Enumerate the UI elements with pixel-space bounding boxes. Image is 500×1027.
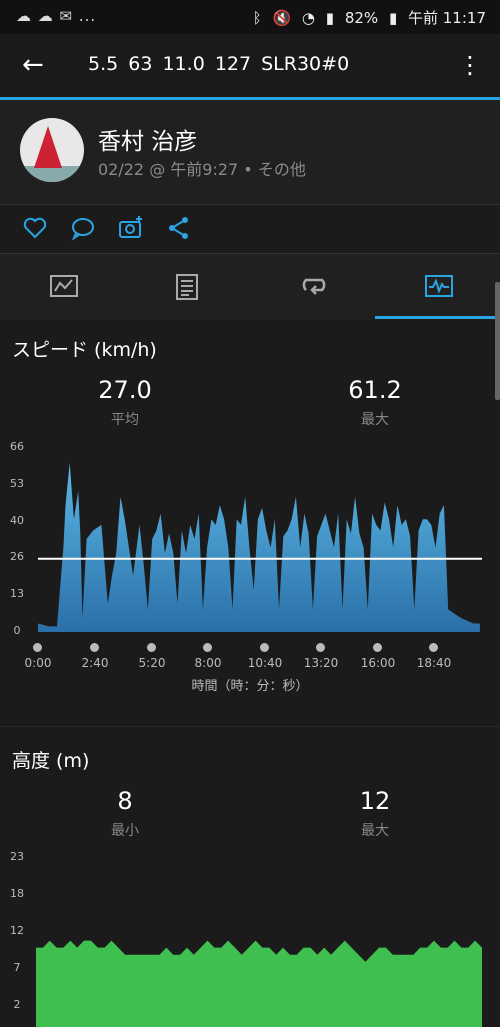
activity-title: 5.5 63 11.0 127 SLR30#0 bbox=[88, 53, 350, 75]
section-divider bbox=[0, 726, 500, 727]
notification-icons: ☁ ☁ ✉ ... bbox=[16, 7, 97, 25]
like-heart-icon[interactable] bbox=[22, 215, 48, 241]
xtick-4: 10:40 bbox=[247, 656, 283, 670]
map-summary-icon bbox=[50, 275, 78, 297]
bluetooth-icon: ᛒ bbox=[252, 9, 262, 27]
xtick-6: 16:00 bbox=[360, 656, 396, 670]
xtick-0: 0:00 bbox=[24, 656, 52, 670]
elevation-min-value: 8 bbox=[117, 787, 133, 815]
speed-max-label: 最大 bbox=[361, 412, 389, 428]
profile-header: 香村 治彦 02/22 @ 午前9:27 • その他 bbox=[0, 100, 500, 205]
xdot-3 bbox=[203, 643, 212, 652]
xdot-5 bbox=[316, 643, 325, 652]
speed-ytick-66: 66 bbox=[10, 440, 24, 453]
elev-ytick-2: 2 bbox=[13, 998, 21, 1011]
xdot-4 bbox=[260, 643, 269, 652]
laps-loop-icon bbox=[302, 278, 326, 295]
speed-ytick-40: 40 bbox=[10, 514, 24, 527]
speed-ytick-26: 26 bbox=[10, 550, 24, 563]
chart-pulse-icon bbox=[425, 275, 453, 297]
elev-ytick-12: 12 bbox=[10, 924, 24, 937]
speed-max-value: 61.2 bbox=[348, 376, 402, 404]
more-options-icon[interactable]: ⋮ bbox=[458, 50, 482, 80]
scrollbar[interactable] bbox=[495, 282, 500, 400]
document-icon bbox=[176, 274, 198, 300]
windsurf-sail-icon bbox=[34, 126, 62, 168]
status-right: ᛒ 🔇 ◔ ▮ 82% ▮ 午前 11:17 bbox=[247, 7, 486, 28]
tab-charts[interactable] bbox=[375, 254, 500, 320]
signal-icon: ▮ bbox=[325, 9, 335, 27]
elevation-area bbox=[36, 940, 482, 1027]
tab-laps[interactable] bbox=[250, 254, 375, 320]
speed-section-title: スピード (km/h) bbox=[12, 339, 157, 361]
status-bar: ☁ ☁ ✉ ... ᛒ 🔇 ◔ ▮ 82% ▮ 午前 11:17 bbox=[0, 0, 500, 34]
elevation-max-label: 最大 bbox=[361, 823, 389, 839]
active-tab-indicator bbox=[375, 316, 500, 319]
action-row bbox=[0, 205, 500, 254]
add-photo-icon[interactable] bbox=[118, 215, 144, 241]
xdot-6 bbox=[373, 643, 382, 652]
xtick-3: 8:00 bbox=[194, 656, 222, 670]
xtick-5: 13:20 bbox=[303, 656, 339, 670]
xtick-7: 18:40 bbox=[416, 656, 452, 670]
tab-bar bbox=[0, 254, 500, 320]
speed-chart[interactable] bbox=[38, 446, 482, 632]
user-name[interactable]: 香村 治彦 bbox=[98, 122, 197, 156]
share-icon[interactable] bbox=[166, 215, 192, 241]
clock: 午前 11:17 bbox=[408, 9, 486, 27]
tab-stats[interactable] bbox=[125, 254, 250, 320]
speed-area bbox=[38, 462, 480, 632]
xdot-0 bbox=[33, 643, 42, 652]
speed-avg-value: 27.0 bbox=[98, 376, 152, 404]
comment-icon[interactable] bbox=[70, 215, 96, 241]
elev-ytick-7: 7 bbox=[13, 961, 21, 974]
elevation-section-title: 高度 (m) bbox=[12, 750, 90, 772]
elevation-chart[interactable] bbox=[36, 856, 482, 1027]
xdot-7 bbox=[429, 643, 438, 652]
elevation-max-value: 12 bbox=[359, 787, 391, 815]
elev-ytick-18: 18 bbox=[10, 887, 24, 900]
xtick-1: 2:40 bbox=[81, 656, 109, 670]
speed-ytick-13: 13 bbox=[10, 587, 24, 600]
speed-avg-label: 平均 bbox=[111, 412, 139, 428]
xtick-2: 5:20 bbox=[138, 656, 166, 670]
battery-icon: ▮ bbox=[388, 9, 398, 27]
elevation-min-label: 最小 bbox=[111, 823, 139, 839]
app-bar: ← 5.5 63 11.0 127 SLR30#0 ⋮ bbox=[0, 34, 500, 98]
mute-icon: 🔇 bbox=[272, 9, 292, 27]
speed-ytick-53: 53 bbox=[10, 477, 24, 490]
wifi-icon: ◔ bbox=[301, 9, 315, 27]
elev-ytick-23: 23 bbox=[10, 850, 24, 863]
battery-percent: 82% bbox=[344, 9, 379, 27]
activity-meta: 02/22 @ 午前9:27 • その他 bbox=[98, 160, 306, 179]
xdot-2 bbox=[147, 643, 156, 652]
speed-ytick-0: 0 bbox=[13, 624, 21, 637]
back-arrow-icon[interactable]: ← bbox=[22, 51, 44, 79]
tab-overview[interactable] bbox=[0, 254, 125, 320]
avatar[interactable] bbox=[20, 118, 84, 182]
xdot-1 bbox=[90, 643, 99, 652]
speed-x-axis-label: 時間（時：分：秒） bbox=[191, 679, 309, 694]
